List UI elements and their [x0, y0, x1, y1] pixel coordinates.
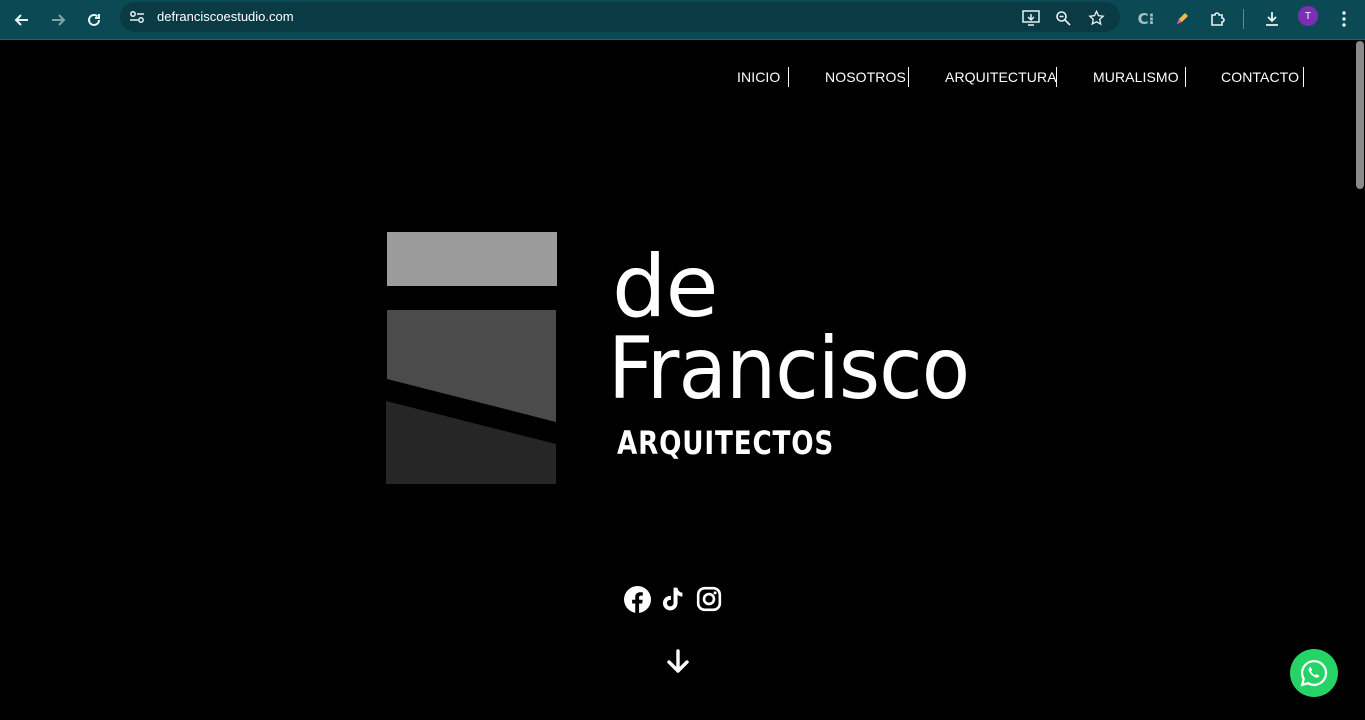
toolbar-divider [1243, 9, 1244, 29]
pencil-extension-icon[interactable] [1168, 5, 1196, 33]
reload-icon[interactable] [78, 4, 110, 36]
forward-arrow-icon[interactable] [42, 4, 74, 36]
logo-middle-block [387, 310, 556, 422]
zoom-icon[interactable] [1050, 5, 1076, 31]
nav-link-inicio[interactable]: INICIO [737, 69, 780, 85]
install-app-icon[interactable] [1018, 5, 1044, 31]
tiktok-icon[interactable] [659, 585, 687, 613]
logo-top-block [387, 232, 557, 286]
scroll-down-arrow-icon[interactable] [664, 648, 692, 676]
main-nav: INICIO NOSOTROS ARQUITECTURA MURALISMO C… [0, 67, 1340, 89]
whatsapp-icon [1300, 659, 1328, 687]
site-info-icon[interactable] [128, 8, 146, 26]
whatsapp-button[interactable] [1290, 649, 1338, 697]
browser-toolbar: defranciscoestudio.com C⁝ T [0, 0, 1365, 40]
page-content: INICIO NOSOTROS ARQUITECTURA MURALISMO C… [0, 41, 1365, 720]
logo-mark-icon [386, 232, 557, 484]
logo-wordmark-francisco: Francisco [608, 319, 970, 419]
profile-avatar[interactable]: T [1298, 6, 1318, 26]
instagram-icon[interactable] [695, 585, 723, 613]
extension-c-icon[interactable]: C⁝ [1132, 5, 1160, 33]
nav-separator [1056, 67, 1057, 87]
nav-link-muralismo[interactable]: MURALISMO [1093, 69, 1179, 85]
nav-link-arquitectura[interactable]: ARQUITECTURA [945, 69, 1057, 85]
nav-link-contacto[interactable]: CONTACTO [1221, 69, 1299, 85]
puzzle-extensions-icon[interactable] [1204, 5, 1232, 33]
back-arrow-icon[interactable] [6, 4, 38, 36]
bookmark-star-icon[interactable] [1083, 5, 1109, 31]
url-text[interactable]: defranciscoestudio.com [157, 9, 294, 24]
nav-separator [1185, 67, 1186, 87]
logo-wordmark-de: de [612, 237, 718, 337]
menu-kebab-icon[interactable] [1330, 5, 1358, 33]
facebook-icon[interactable] [623, 585, 651, 613]
scrollbar[interactable] [1355, 41, 1365, 720]
scrollbar-thumb[interactable] [1356, 41, 1364, 189]
nav-separator [908, 67, 909, 87]
address-bar[interactable]: defranciscoestudio.com [120, 2, 1120, 32]
logo-wordmark-arquitectos: ARQUITECTOS [617, 424, 835, 462]
nav-separator [788, 67, 789, 87]
nav-separator [1303, 67, 1304, 87]
download-icon[interactable] [1258, 5, 1286, 33]
nav-link-nosotros[interactable]: NOSOTROS [825, 69, 906, 85]
